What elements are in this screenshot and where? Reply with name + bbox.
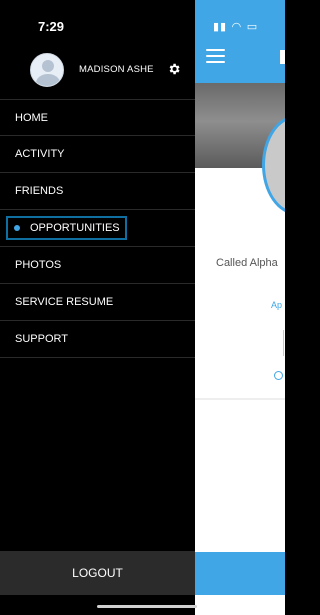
menu-item-photos[interactable]: PHOTOS: [0, 247, 195, 284]
menu-item-activity[interactable]: ACTIVITY: [0, 136, 195, 173]
divider-line: [283, 330, 284, 356]
menu-item-service-resume[interactable]: SERVICE RESUME: [0, 284, 195, 321]
logout-button[interactable]: LOGOUT: [0, 551, 195, 595]
drawer-menu: HOME ACTIVITY FRIENDS OPPORTUNITIES PHOT…: [0, 99, 195, 358]
home-indicator[interactable]: [97, 605, 197, 608]
menu-item-label: SUPPORT: [15, 333, 68, 345]
status-icons: ▮▮ ◠ ▭: [213, 20, 259, 33]
menu-item-support[interactable]: SUPPORT: [0, 321, 195, 358]
status-time: 7:29: [38, 19, 65, 34]
menu-item-label: HOME: [15, 111, 48, 124]
menu-item-label: ACTIVITY: [15, 148, 65, 160]
menu-item-label: PHOTOS: [15, 259, 62, 271]
menu-item-home[interactable]: HOME: [0, 99, 195, 136]
navigation-drawer: 7:29 MADISON ASHE HOME ACTIVITY FRIENDS …: [0, 0, 195, 615]
menu-item-opportunities[interactable]: OPPORTUNITIES: [0, 210, 195, 247]
header-title-fragment: [280, 50, 285, 64]
background-app-screen: ▮▮ ◠ ▭ Called Alpha Ap: [195, 0, 285, 615]
app-header-bar: ▮▮ ◠ ▭: [195, 0, 285, 83]
active-item-highlight: OPPORTUNITIES: [6, 216, 127, 240]
app-bottom-button[interactable]: [195, 552, 285, 595]
called-text: Called Alpha: [216, 257, 278, 269]
default-avatar-icon[interactable]: [30, 53, 64, 87]
section-divider: [195, 398, 285, 400]
menu-item-friends[interactable]: FRIENDS: [0, 173, 195, 210]
clock-icon: [274, 371, 283, 380]
profile-name[interactable]: MADISON ASHE: [79, 64, 154, 75]
menu-item-label: FRIENDS: [15, 185, 64, 197]
bullet-dot-icon: [14, 225, 20, 231]
hamburger-menu-icon[interactable]: [206, 49, 225, 63]
menu-item-label: OPPORTUNITIES: [30, 222, 120, 234]
link-text[interactable]: Ap: [271, 300, 282, 310]
gear-icon[interactable]: [167, 62, 181, 76]
menu-item-label: SERVICE RESUME: [15, 296, 114, 308]
logout-label: LOGOUT: [72, 566, 123, 580]
